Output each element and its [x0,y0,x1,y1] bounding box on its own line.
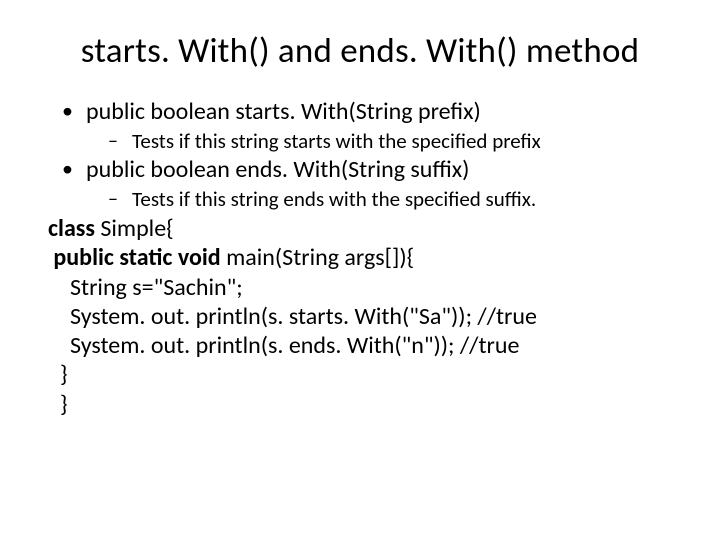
code-block: class Simple{ public static void main(St… [48,214,672,419]
keyword-psv: public static void [48,243,221,272]
code-line-5: System. out. println(s. starts. With("Sa… [48,302,672,331]
code-line-4: String s="Sachin"; [48,273,672,302]
bullet-endswith-desc: Tests if this string ends with the speci… [132,187,672,212]
keyword-class: class [48,214,95,243]
slide-title: starts. With() and ends. With() method [48,30,672,72]
code-line-6: System. out. println(s. ends. With("n"))… [48,331,672,360]
code-text: main(String args[]){ [221,243,415,272]
code-line-1: class Simple{ [48,214,672,243]
code-line-7: } [48,360,672,389]
bullet-startswith-desc: Tests if this string starts with the spe… [132,129,672,154]
code-line-8: } [48,390,672,419]
bullet-endswith: public boolean ends. With(String suffix) [86,156,672,185]
code-line-2: public static void main(String args[]){ [48,243,672,272]
code-text: Simple{ [95,214,174,243]
bullet-startswith: public boolean starts. With(String prefi… [86,98,672,127]
slide: starts. With() and ends. With() method p… [0,0,720,540]
